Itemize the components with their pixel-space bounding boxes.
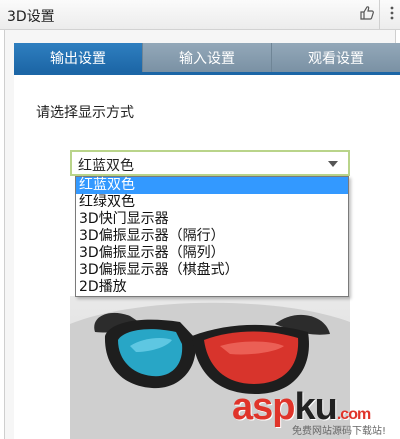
- window-title: 3D设置: [7, 9, 55, 25]
- display-mode-dropdown: 红蓝双色 红绿双色 3D快门显示器 3D偏振显示器（隔行） 3D偏振显示器（隔列…: [75, 176, 349, 297]
- option-2d-playback[interactable]: 2D播放: [76, 279, 348, 296]
- like-button[interactable]: [355, 0, 380, 29]
- tab-viewing-settings[interactable]: 观看设置: [271, 43, 400, 72]
- thumbs-up-icon: [359, 5, 375, 25]
- display-mode-select[interactable]: 红蓝双色: [70, 150, 350, 176]
- tab-output-settings[interactable]: 输出设置: [14, 43, 142, 72]
- option-3d-shutter-display[interactable]: 3D快门显示器: [76, 211, 348, 228]
- option-3d-polarized-interlaced-rows[interactable]: 3D偏振显示器（隔行）: [76, 228, 348, 245]
- settings-tabs: 输出设置 输入设置 观看设置: [14, 43, 400, 72]
- more-button[interactable]: [380, 0, 400, 29]
- watermark-com: .com: [336, 406, 371, 423]
- option-red-green[interactable]: 红绿双色: [76, 194, 348, 211]
- option-3d-polarized-interlaced-columns[interactable]: 3D偏振显示器（隔列）: [76, 245, 348, 262]
- display-mode-selected-value: 红蓝双色: [78, 158, 134, 174]
- option-3d-polarized-checkerboard[interactable]: 3D偏振显示器（棋盘式）: [76, 262, 348, 279]
- display-mode-prompt: 请选择显示方式: [36, 105, 134, 121]
- watermark-subtitle: 免费网站源码下载站!: [292, 426, 387, 437]
- chevron-down-icon[interactable]: [328, 161, 338, 167]
- title-bar: 3D设置: [0, 0, 400, 30]
- watermark-asp: asp: [232, 386, 295, 428]
- option-red-blue[interactable]: 红蓝双色: [76, 177, 348, 194]
- more-icon: [389, 5, 395, 25]
- tab-input-settings[interactable]: 输入设置: [142, 43, 271, 72]
